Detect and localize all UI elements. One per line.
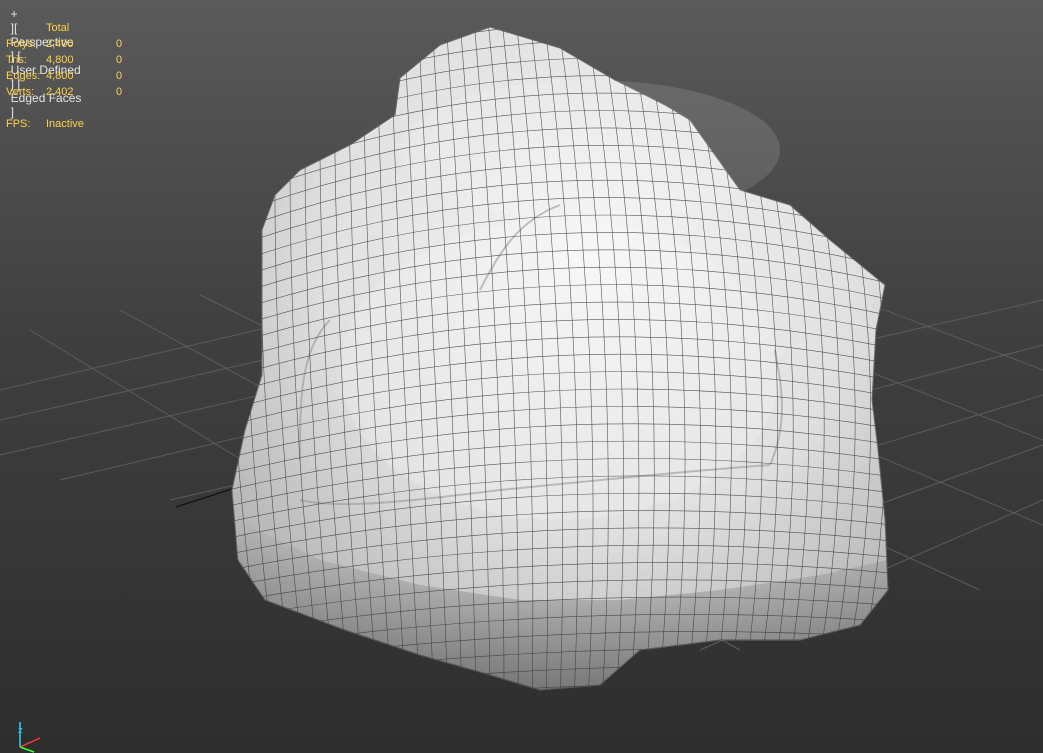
wire-line [232, 27, 267, 690]
viewport-menu-plus[interactable]: + [11, 7, 18, 21]
stats-selected: 0 [116, 38, 123, 50]
wire-line [220, 700, 900, 732]
svg-text:z: z [18, 726, 23, 736]
stats-label: Polys: [6, 38, 36, 50]
stats-selected: 0 [116, 86, 123, 98]
wire-line [220, 717, 900, 748]
axis-tripod-icon: z [18, 722, 41, 753]
viewport-bracket: ][ [10, 21, 18, 35]
wire-line [232, 27, 239, 690]
wire-line [168, 20, 210, 700]
stats-label: Tris: [6, 54, 27, 66]
viewport-bracket: ] [10, 105, 15, 119]
mesh-bulge-front [340, 220, 780, 520]
stats-total: 4,800 [46, 70, 74, 82]
stats-total: 2,400 [46, 38, 74, 50]
stats-selected: 0 [116, 54, 123, 66]
viewport-canvas[interactable]: z [0, 0, 1043, 753]
wire-line [183, 20, 224, 700]
stats-label: Edges: [6, 70, 41, 82]
rock-mesh[interactable] [168, 0, 902, 748]
stats-total-header: Total [46, 22, 70, 34]
fps-label: FPS: [6, 118, 31, 130]
fps-value: Inactive [46, 118, 84, 130]
stats-label: Verts: [6, 86, 35, 98]
stats-selected: 0 [116, 70, 123, 82]
wire-line [232, 27, 253, 690]
stats-total: 2,402 [46, 86, 74, 98]
stats-total: 4,800 [46, 54, 74, 66]
